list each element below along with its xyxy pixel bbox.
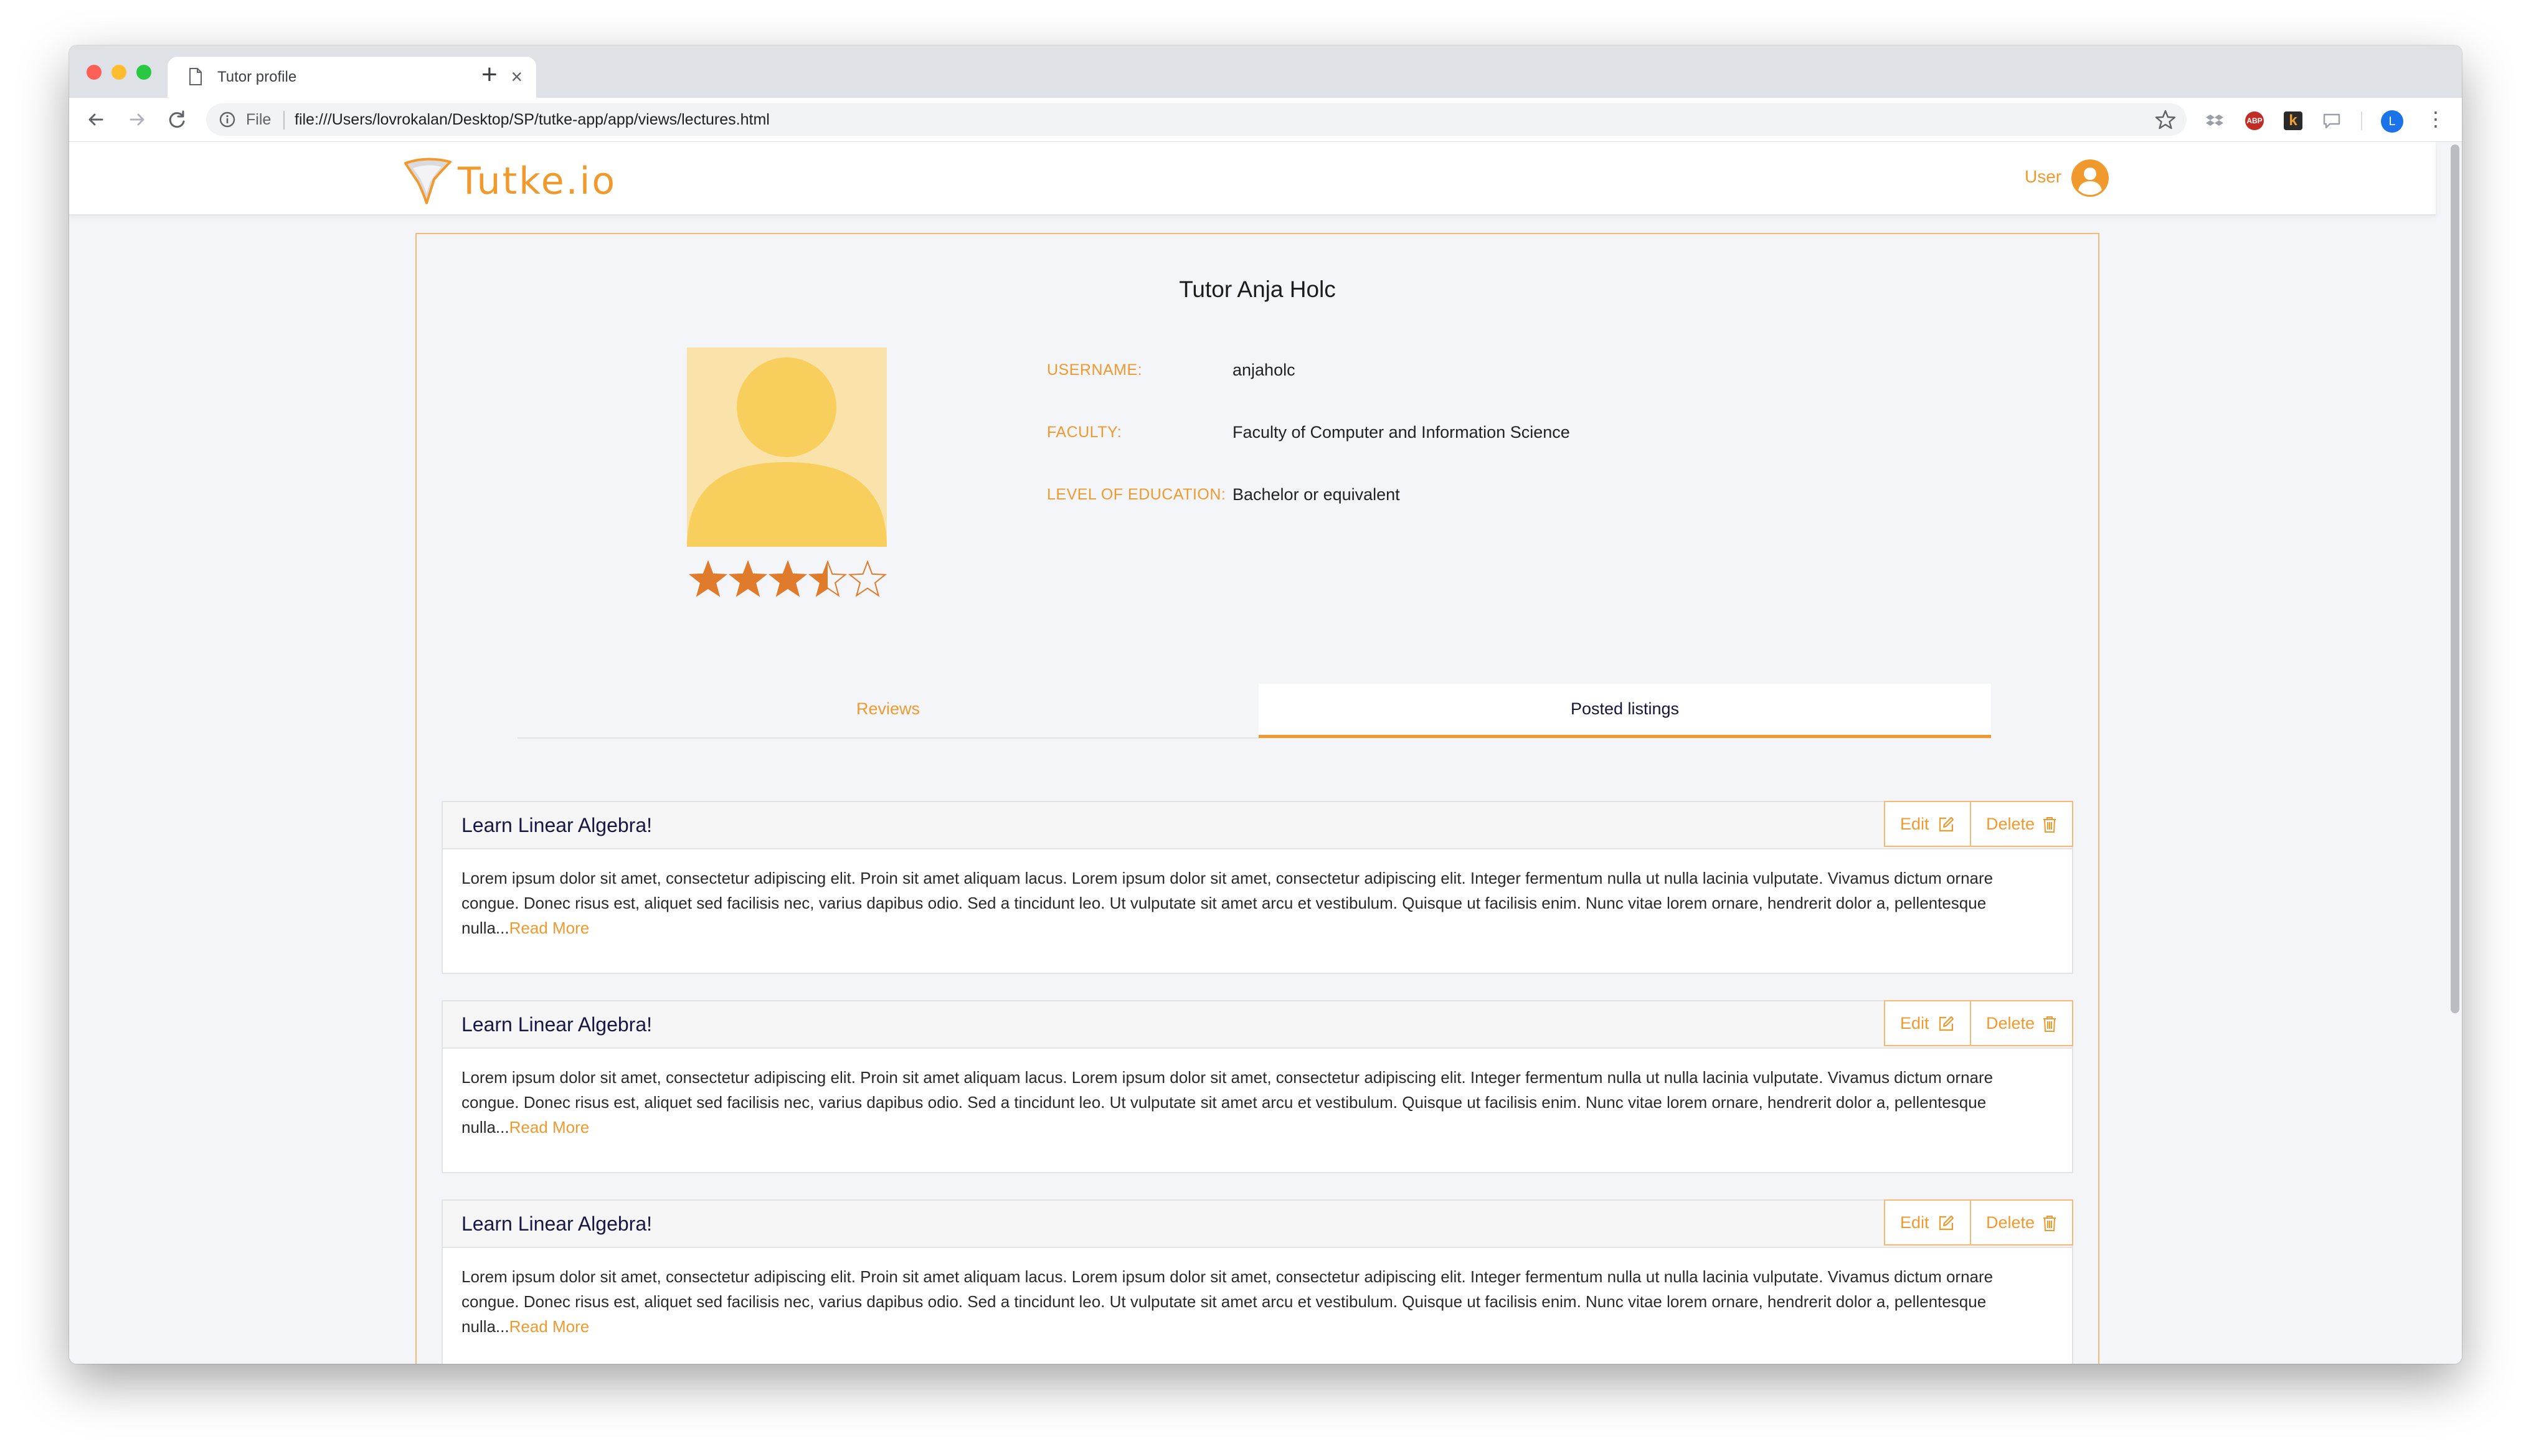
edit-button[interactable]: Edit	[1884, 1199, 1971, 1246]
read-more-link[interactable]: Read More	[509, 919, 590, 937]
edit-icon	[1939, 816, 1954, 832]
page-icon	[189, 68, 202, 85]
star-icon	[808, 560, 848, 597]
edit-button[interactable]: Edit	[1884, 1000, 1971, 1046]
omnibox-separator	[283, 111, 285, 130]
delete-label: Delete	[1986, 1213, 2035, 1232]
browser-menu-icon[interactable]: ⋮	[2426, 106, 2446, 131]
close-window-button[interactable]	[87, 65, 102, 80]
education-label: LEVEL OF EDUCATION:	[1047, 486, 1226, 503]
edit-label: Edit	[1900, 1213, 1929, 1232]
address-bar[interactable]: File file:///Users/lovrokalan/Desktop/SP…	[206, 103, 2187, 136]
tab-strip: Tutor profile × +	[69, 45, 2462, 98]
faculty-value: Faculty of Computer and Information Scie…	[1232, 423, 1570, 442]
page-title: Tutor Anja Holc	[1179, 277, 1336, 302]
edit-label: Edit	[1900, 1014, 1929, 1033]
adblock-icon[interactable]: ABP	[2245, 111, 2264, 130]
star-icon	[848, 560, 887, 597]
logo-icon[interactable]	[402, 154, 454, 207]
listing-title: Learn Linear Algebra!	[461, 1213, 652, 1235]
scheme-label: File	[246, 111, 272, 128]
listing-header: Learn Linear Algebra! Edit Delete	[443, 801, 2073, 849]
listing-title: Learn Linear Algebra!	[461, 814, 652, 836]
delete-label: Delete	[1986, 1014, 2035, 1033]
minimize-window-button[interactable]	[111, 65, 126, 80]
browser-window: Tutor profile × + File file:///Users/lov…	[69, 45, 2462, 1364]
tab-reviews[interactable]: Reviews	[518, 684, 1259, 736]
star-icon	[728, 560, 768, 597]
listing-body-text: Lorem ipsum dolor sit amet, consectetur …	[461, 869, 1994, 937]
dropbox-icon[interactable]	[2205, 111, 2224, 130]
listing-card: Learn Linear Algebra! Edit Delete Lorem …	[442, 1199, 2073, 1364]
edit-button[interactable]: Edit	[1884, 801, 1971, 847]
listing-body-text: Lorem ipsum dolor sit amet, consectetur …	[461, 1068, 1994, 1137]
listing-header: Learn Linear Algebra! Edit Delete	[443, 1199, 2073, 1248]
forward-icon[interactable]	[124, 106, 150, 133]
user-avatar-icon[interactable]	[2071, 159, 2109, 197]
faculty-label: FACULTY:	[1047, 423, 1122, 441]
education-value: Bachelor or equivalent	[1232, 485, 1400, 504]
trash-icon	[2043, 1016, 2056, 1032]
listing-description: Lorem ipsum dolor sit amet, consectetur …	[461, 1264, 2050, 1339]
bookmark-star-icon[interactable]	[2154, 108, 2177, 131]
info-icon[interactable]	[219, 111, 236, 128]
close-tab-icon[interactable]: ×	[511, 64, 523, 89]
star-icon	[688, 560, 728, 597]
site-header: Tutke.io User	[69, 142, 2436, 215]
listing-description: Lorem ipsum dolor sit amet, consectetur …	[461, 866, 2050, 940]
listing-body-text: Lorem ipsum dolor sit amet, consectetur …	[461, 1267, 1994, 1336]
profile-avatar-image	[687, 347, 887, 547]
delete-button[interactable]: Delete	[1970, 1000, 2073, 1046]
page-viewport: Tutke.io User Tutor Anja Holc USERNAME: …	[69, 142, 2462, 1364]
listing-card: Learn Linear Algebra! Edit Delete Lorem …	[442, 1000, 2073, 1173]
read-more-link[interactable]: Read More	[509, 1118, 590, 1137]
listing-title: Learn Linear Algebra!	[461, 1013, 652, 1036]
listing-header: Learn Linear Algebra! Edit Delete	[443, 1000, 2073, 1049]
delete-button[interactable]: Delete	[1970, 1199, 2073, 1246]
page-scrollbar[interactable]	[2451, 144, 2459, 1013]
user-menu-label[interactable]: User	[2025, 167, 2061, 187]
message-icon[interactable]	[2322, 111, 2341, 130]
reload-icon[interactable]	[164, 106, 190, 133]
delete-button[interactable]: Delete	[1970, 801, 2073, 847]
listing-card: Learn Linear Algebra! Edit Delete Lorem …	[442, 801, 2073, 974]
delete-label: Delete	[1986, 815, 2035, 833]
star-rating	[688, 560, 887, 597]
zoom-window-button[interactable]	[136, 65, 151, 80]
new-tab-button[interactable]: +	[481, 59, 498, 90]
profile-avatar[interactable]: L	[2381, 110, 2403, 133]
listing-description: Lorem ipsum dolor sit amet, consectetur …	[461, 1065, 2050, 1140]
logo-text[interactable]: Tutke.io	[458, 159, 617, 203]
browser-toolbar: File file:///Users/lovrokalan/Desktop/SP…	[69, 98, 2462, 142]
star-icon	[768, 560, 808, 597]
url-text[interactable]: file:///Users/lovrokalan/Desktop/SP/tutk…	[295, 111, 770, 129]
tab-posted-listings[interactable]: Posted listings	[1259, 684, 1991, 738]
profile-tabs: Reviews Posted listings	[518, 684, 1991, 739]
tab-title: Tutor profile	[217, 69, 297, 85]
username-value: anjaholc	[1232, 361, 1295, 379]
trash-icon	[2043, 1216, 2056, 1231]
k-extension-icon[interactable]: k	[2284, 111, 2302, 130]
username-label: USERNAME:	[1047, 361, 1143, 379]
read-more-link[interactable]: Read More	[509, 1317, 590, 1336]
trash-icon	[2043, 817, 2056, 833]
toolbar-separator	[2361, 111, 2362, 130]
edit-icon	[1939, 1016, 1954, 1031]
tutor-profile-card: Tutor Anja Holc USERNAME: anjaholc FACUL…	[415, 233, 2099, 1364]
back-icon[interactable]	[83, 106, 109, 133]
edit-icon	[1939, 1215, 1954, 1231]
edit-label: Edit	[1900, 815, 1929, 833]
